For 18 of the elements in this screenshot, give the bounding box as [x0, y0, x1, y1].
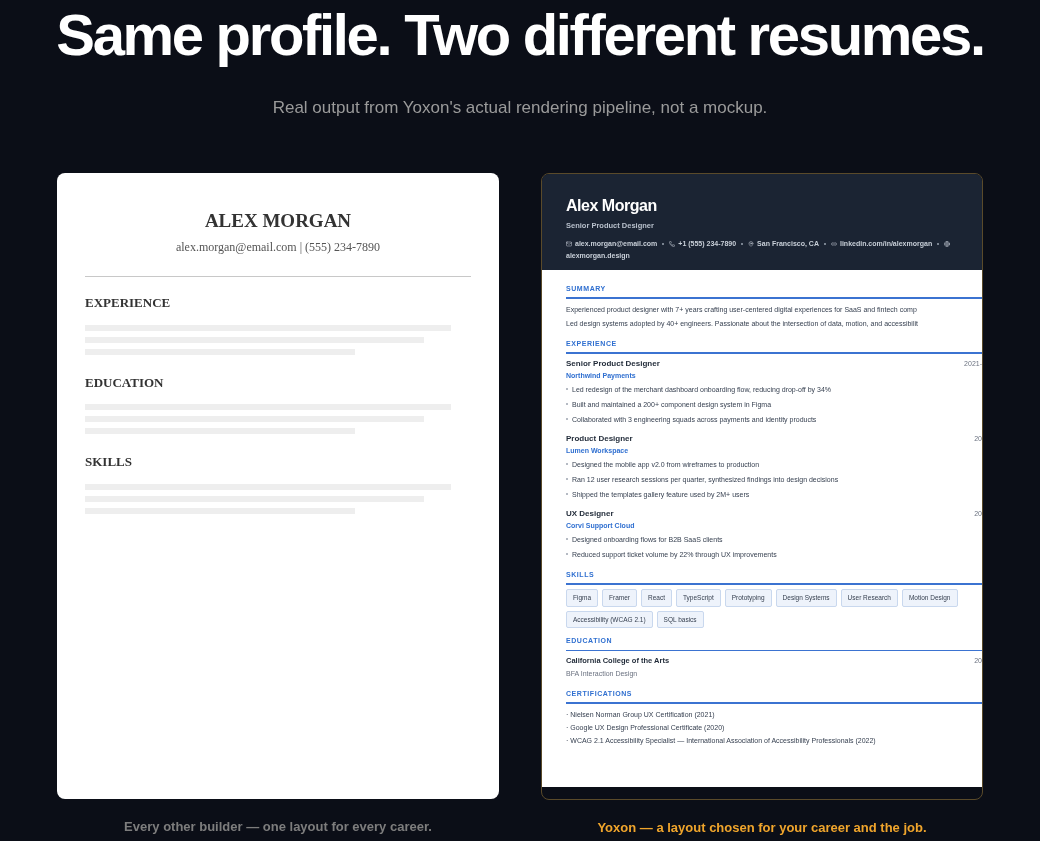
- job-title: UX Designer: [566, 507, 614, 520]
- section-heading: EDUCATION: [85, 373, 165, 392]
- page-subtitle: Real output from Yoxon's actual rendering pipeline, not a mockup.: [272, 97, 768, 119]
- globe-icon: [944, 241, 951, 247]
- page-headline: Same profile. Two different resumes.: [56, 5, 984, 65]
- plain-caption: Every other builder — one layout for every career.: [124, 817, 432, 836]
- job-title: Product Designer: [566, 432, 633, 445]
- section-heading: SKILLS: [85, 453, 133, 471]
- resume-contact: alex.morgan@email.com | (555) 234-7890: [174, 239, 382, 256]
- mail-icon: [566, 241, 572, 247]
- resume-name: ALEX MORGAN: [203, 208, 353, 233]
- phone-icon: [669, 241, 676, 247]
- section-heading: EXPERIENCE: [85, 294, 172, 312]
- resume-name: Alex Morgan: [566, 195, 658, 216]
- link-icon: [830, 241, 837, 247]
- job-title: Senior Product Designer: [566, 357, 660, 370]
- yoxon-caption: Yoxon — a layout chosen for your career and the job.: [597, 818, 927, 837]
- map-pin-icon: [748, 241, 755, 247]
